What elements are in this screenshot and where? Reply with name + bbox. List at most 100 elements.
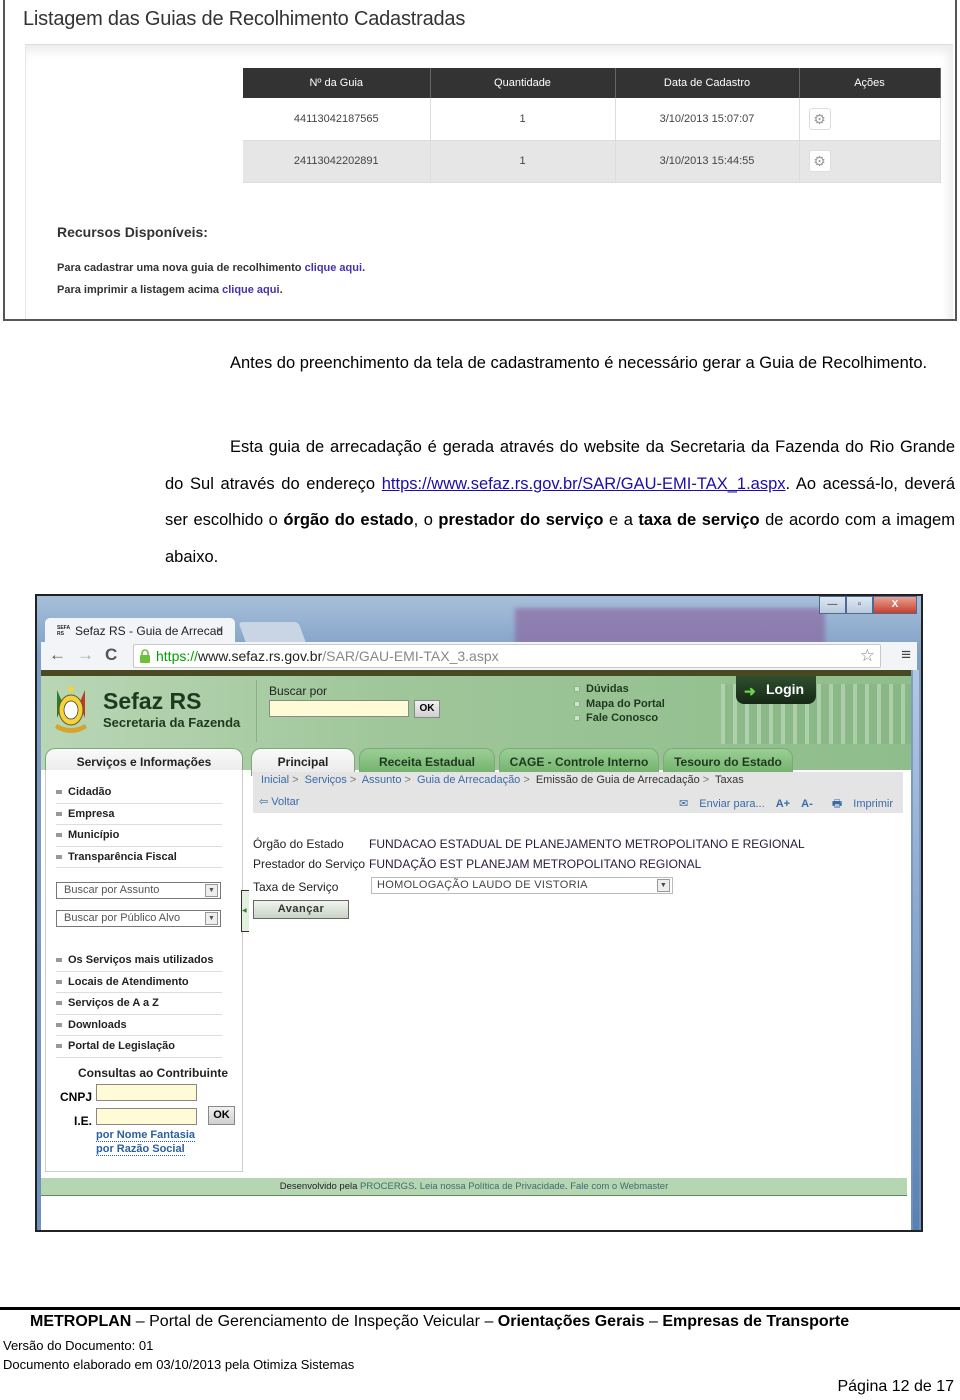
sidebar-item-mais-utilizados[interactable]: Os Serviços mais utilizados (56, 950, 222, 972)
recursos-imprimir-line: Para imprimir a listagem acima clique aq… (57, 284, 283, 296)
document-version: Versão do Documento: 01 (3, 1338, 154, 1353)
font-minus-label: A- (801, 798, 813, 810)
sidebar-item-label: Município (68, 829, 120, 841)
cnpj-input[interactable] (96, 1084, 197, 1101)
login-button[interactable]: ➜ Login (736, 676, 816, 704)
sefaz-favicon-icon: SEFA RS (57, 625, 70, 637)
table-header-row: Nº da Guia Quantidade Data de Cadastro A… (243, 68, 941, 98)
recursos-text: Para cadastrar uma nova guia de recolhim… (57, 262, 305, 274)
breadcrumb-servicos[interactable]: Serviços (305, 774, 347, 786)
address-bar[interactable]: https://www.sefaz.rs.gov.br/SAR/GAU-EMI-… (133, 644, 881, 668)
enviar-button[interactable]: ✉ Enviar para... (671, 798, 765, 810)
window-controls: — ▫ X (819, 596, 917, 614)
sidebar-item-a-z[interactable]: Serviços de A a Z (56, 993, 222, 1015)
recursos-title: Recursos Disponíveis: (57, 224, 208, 240)
col-acoes: Ações (799, 68, 941, 98)
chevron-down-icon: ▼ (205, 912, 218, 925)
quicklink-label: Mapa do Portal (586, 697, 665, 710)
chevron-down-icon: ▼ (657, 879, 670, 892)
maximize-icon[interactable]: ▫ (846, 596, 873, 614)
consultas-title: Consultas ao Contribuinte (78, 1066, 228, 1080)
bullet-icon (56, 1044, 62, 1049)
bullet-icon (56, 958, 62, 963)
browser-menu-icon[interactable]: ≡ (901, 645, 911, 665)
sidebar-item-municipio[interactable]: Município (56, 825, 222, 847)
nome-fantasia-link[interactable]: por Nome Fantasia (96, 1129, 196, 1142)
breadcrumb-emissao: Emissão de Guia de Arrecadação (535, 774, 700, 786)
cell-numero: 24113042202891 (243, 140, 431, 183)
bookmark-star-icon[interactable]: ☆ (860, 646, 875, 666)
period: . (279, 284, 283, 296)
reload-icon[interactable]: C (105, 645, 117, 665)
gear-icon[interactable]: ⚙ (808, 107, 831, 130)
page-tools: ✉ Enviar para... A+ A- 🖶 Imprimir (663, 795, 893, 814)
sidebar-item-transparencia[interactable]: Transparência Fiscal (56, 847, 222, 868)
sidebar: Cidadão Empresa Município Transparência … (45, 770, 243, 1172)
procergs-link[interactable]: PROCERGS (360, 1181, 414, 1192)
footer-org: METROPLAN (30, 1313, 132, 1330)
consulta-ok-button[interactable]: OK (208, 1106, 235, 1125)
back-arrow-icon[interactable]: ← (49, 645, 66, 665)
url-protocol: https:// (156, 648, 199, 664)
breadcrumb-assunto[interactable]: Assunto (362, 774, 402, 786)
col-quantidade: Quantidade (430, 68, 616, 98)
breadcrumb-separator: > (523, 774, 530, 786)
arrow-right-icon: ➜ (744, 683, 756, 699)
dash: – (644, 1313, 663, 1330)
minimize-icon[interactable]: — (819, 596, 846, 614)
close-window-icon[interactable]: X (873, 596, 917, 614)
site-footer: Desenvolvido pela PROCERGS. Leia nossa P… (41, 1178, 907, 1196)
document-footer-title: METROPLAN – Portal de Gerenciamento de I… (30, 1313, 849, 1331)
buscar-assunto-select[interactable]: Buscar por Assunto ▼ (56, 882, 221, 899)
imprimir-link[interactable]: clique aqui (222, 284, 279, 296)
collapse-sidebar-handle[interactable]: ◀ (241, 890, 249, 932)
document-authorship: Documento elaborado em 03/10/2013 pela O… (3, 1357, 355, 1372)
imprimir-label: Imprimir (853, 798, 893, 810)
sidebar-item-downloads[interactable]: Downloads (56, 1015, 222, 1036)
search-ok-button[interactable]: OK (414, 700, 440, 718)
site-brand: Sefaz RS (103, 688, 202, 714)
imprimir-button[interactable]: 🖶 Imprimir (824, 798, 893, 810)
sefaz-url-link[interactable]: https://www.sefaz.rs.gov.br/SAR/GAU-EMI-… (382, 475, 786, 493)
paragraph-intro: Antes do preenchimento da tela de cadast… (165, 345, 955, 382)
font-increase-button[interactable]: A+ (776, 798, 790, 810)
sidebar-item-legislacao[interactable]: Portal de Legislação (56, 1036, 222, 1058)
sidebar-item-locais[interactable]: Locais de Atendimento (56, 972, 222, 993)
new-tab-button[interactable] (238, 622, 306, 642)
gear-icon[interactable]: ⚙ (808, 150, 831, 172)
cnpj-label: CNPJ (60, 1090, 93, 1104)
font-decrease-button[interactable]: A- (801, 798, 813, 810)
forward-arrow-icon[interactable]: → (77, 645, 94, 665)
tab-title: Sefaz RS - Guia de Arrecad (75, 624, 224, 638)
sidebar-item-label: Empresa (68, 807, 115, 820)
quicklink-duvidas[interactable]: Dúvidas (574, 682, 665, 697)
search-input[interactable] (269, 700, 409, 717)
quicklink-fale[interactable]: Fale Conosco (574, 711, 665, 726)
browser-tab[interactable]: SEFA RS Sefaz RS - Guia de Arrecad × (45, 618, 235, 644)
avancar-button[interactable]: Avançar (253, 900, 349, 919)
sidebar-item-label: Serviços de A a Z (68, 997, 159, 1009)
sidebar-menu-servicos: Os Serviços mais utilizados Locais de At… (56, 950, 222, 1058)
sidebar-item-label: Transparência Fiscal (68, 850, 177, 863)
razao-social-link[interactable]: por Razão Social (96, 1143, 185, 1156)
sidebar-menu-publico: Cidadão Empresa Município Transparência … (56, 782, 222, 868)
close-tab-icon[interactable]: × (216, 623, 223, 637)
quicklink-mapa[interactable]: Mapa do Portal (574, 697, 665, 712)
select-value: Buscar por Assunto (64, 884, 160, 896)
breadcrumb-guia[interactable]: Guia de Arrecadação (417, 774, 520, 786)
sidebar-item-empresa[interactable]: Empresa (56, 804, 222, 825)
taxa-servico-select[interactable]: HOMOLOGAÇÃO LAUDO DE VISTORIA ▼ (371, 877, 673, 894)
webmaster-link[interactable]: Fale com o Webmaster (570, 1181, 668, 1192)
header-divider (256, 680, 257, 742)
cadastrar-link[interactable]: clique aqui (305, 262, 362, 274)
sidebar-item-cidadao[interactable]: Cidadão (56, 782, 222, 804)
buscar-publico-select[interactable]: Buscar por Público Alvo ▼ (56, 910, 221, 927)
breadcrumb: Inicial > Serviços > Assunto > Guia de Arre… (253, 772, 903, 790)
bullet-icon (56, 833, 62, 838)
breadcrumb-inicial[interactable]: Inicial (261, 774, 289, 786)
ie-label: I.E. (74, 1114, 93, 1128)
voltar-button[interactable]: ⇦ Voltar (259, 795, 299, 808)
privacidade-link[interactable]: Leia nossa Política de Privacidade (420, 1181, 565, 1192)
sidebar-item-label: Os Serviços mais utilizados (68, 954, 214, 966)
ie-input[interactable] (96, 1108, 197, 1125)
